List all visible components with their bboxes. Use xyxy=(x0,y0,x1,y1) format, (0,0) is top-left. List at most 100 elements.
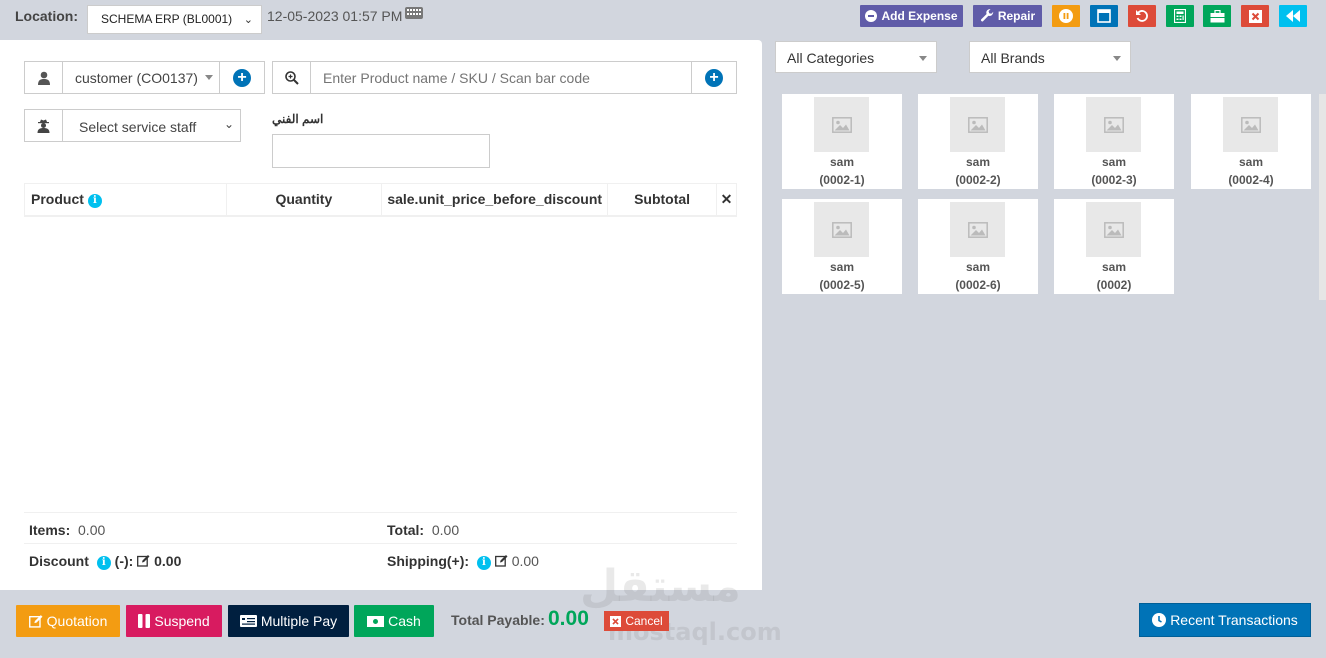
shipping-label: Shipping(+): xyxy=(387,553,470,569)
money-icon xyxy=(367,615,385,627)
product-card[interactable]: sam (0002-3) xyxy=(1054,94,1174,189)
chevron-down-icon xyxy=(205,75,213,80)
repair-button[interactable]: Repair xyxy=(973,5,1042,27)
product-name: sam xyxy=(1238,155,1264,169)
suspend-button[interactable]: Suspend xyxy=(126,605,222,637)
col-quantity: Quantity xyxy=(225,183,383,217)
chevron-down-icon xyxy=(919,56,927,61)
totals-row-1: Items: 0.00 Total: 0.00 xyxy=(24,512,737,544)
repair-label: Repair xyxy=(997,9,1036,23)
total-value: 0.00 xyxy=(431,522,460,538)
col-product-label: Product xyxy=(31,191,84,207)
add-product-button[interactable]: + xyxy=(691,62,736,93)
col-subtotal: Subtotal xyxy=(607,183,717,217)
credit-card-icon xyxy=(239,615,257,627)
total-payable-value: 0.00 xyxy=(548,607,589,630)
product-card[interactable]: sam (0002-6) xyxy=(918,199,1038,294)
product-card[interactable]: sam (0002-1) xyxy=(782,94,902,189)
product-name: sam xyxy=(1101,260,1127,274)
location-select[interactable]: SCHEMA ERP (BL0001) ⌄ xyxy=(87,5,262,34)
add-expense-button[interactable]: Add Expense xyxy=(860,5,963,27)
shipping-value: 0.00 xyxy=(511,553,539,569)
location-label: Location: xyxy=(15,8,78,24)
chevron-down-icon: ⌄ xyxy=(243,14,253,26)
cancel-label: Cancel xyxy=(625,614,663,628)
product-sku: (0002-4) xyxy=(1228,173,1274,187)
product-grid-scrollbar[interactable] xyxy=(1319,94,1326,300)
multiple-pay-button[interactable]: Multiple Pay xyxy=(228,605,349,637)
customer-selector[interactable]: customer (CO0137) + xyxy=(24,61,265,94)
brand-filter[interactable]: All Brands xyxy=(969,41,1131,73)
plus-circle-icon: + xyxy=(705,68,723,87)
info-icon[interactable]: i xyxy=(87,193,102,208)
product-sku: (0002) xyxy=(1096,278,1132,292)
product-card[interactable]: sam (0002-5) xyxy=(782,199,902,294)
keyboard-icon[interactable] xyxy=(405,7,423,19)
edit-icon[interactable] xyxy=(137,554,150,567)
edit-icon[interactable] xyxy=(494,554,508,567)
product-card[interactable]: sam (0002-4) xyxy=(1191,94,1311,189)
multiple-pay-label: Multiple Pay xyxy=(260,613,338,629)
service-staff-select[interactable]: Select service staff ⌄ xyxy=(24,109,241,142)
search-input[interactable] xyxy=(323,70,683,86)
calculator-button[interactable] xyxy=(1166,5,1194,27)
cash-button[interactable]: Cash xyxy=(354,605,434,637)
product-sku: (0002-5) xyxy=(819,278,865,292)
fullscreen-button[interactable] xyxy=(1090,5,1118,27)
product-sku: (0002-3) xyxy=(1091,173,1137,187)
close-register-button[interactable] xyxy=(1241,5,1269,27)
user-secret-icon xyxy=(37,119,50,133)
top-bar: Location: SCHEMA ERP (BL0001) ⌄ 12-05-20… xyxy=(0,0,1326,38)
discount-value: 0.00 xyxy=(154,553,182,569)
col-unit-price: sale.unit_price_before_discount xyxy=(381,183,609,217)
cancel-button[interactable]: Cancel xyxy=(604,611,669,631)
image-placeholder-icon xyxy=(814,97,869,152)
info-icon[interactable]: i xyxy=(476,555,491,570)
window-icon xyxy=(1097,9,1111,23)
staff-addon xyxy=(25,110,63,141)
recent-transactions-label: Recent Transactions xyxy=(1170,612,1298,628)
recent-transactions-button[interactable]: Recent Transactions xyxy=(1139,603,1311,637)
suspended-sales-button[interactable] xyxy=(1052,5,1080,27)
image-placeholder-icon xyxy=(1223,97,1278,152)
image-placeholder-icon xyxy=(950,97,1005,152)
product-name: sam xyxy=(829,260,855,274)
search-plus-icon xyxy=(284,70,299,85)
category-filter[interactable]: All Categories xyxy=(775,41,937,73)
technician-input[interactable] xyxy=(272,134,490,168)
pause-icon xyxy=(138,614,151,628)
product-name: sam xyxy=(1101,155,1127,169)
discount: Discount i (-): 0.00 xyxy=(29,553,181,570)
pause-circle-icon xyxy=(1059,9,1073,23)
table-header-row: Product i Quantity sale.unit_price_before… xyxy=(24,183,738,217)
shipping: Shipping(+): i 0.00 xyxy=(387,553,539,570)
add-customer-button[interactable]: + xyxy=(219,62,264,93)
total-payable-label: Total Payable: xyxy=(451,612,545,628)
search-addon xyxy=(273,62,311,93)
clear-button[interactable] xyxy=(1128,5,1156,27)
items-value: 0.00 xyxy=(78,522,106,538)
register-details-button[interactable] xyxy=(1203,5,1231,27)
undo-icon xyxy=(1136,10,1148,22)
image-placeholder-icon xyxy=(1086,97,1141,152)
discount-suffix: (-): xyxy=(114,553,134,569)
product-name: sam xyxy=(965,260,991,274)
product-card[interactable]: sam (0002-2) xyxy=(918,94,1038,189)
minus-circle-icon xyxy=(865,10,878,22)
go-back-button[interactable] xyxy=(1279,5,1307,27)
customer-addon xyxy=(25,62,63,93)
product-sku: (0002-1) xyxy=(819,173,865,187)
watermark-logo: مستقل xyxy=(580,561,741,612)
image-placeholder-icon xyxy=(814,202,869,257)
product-sku: (0002-2) xyxy=(955,173,1001,187)
product-card[interactable]: sam (0002) xyxy=(1054,199,1174,294)
info-icon[interactable]: i xyxy=(96,555,111,570)
col-remove: ✕ xyxy=(715,183,738,217)
items-count: Items: 0.00 xyxy=(29,522,105,538)
service-staff-value: Select service staff xyxy=(79,119,197,135)
quotation-button[interactable]: Quotation xyxy=(16,605,120,637)
product-sku: (0002-6) xyxy=(955,278,1001,292)
items-label: Items: xyxy=(29,522,71,538)
technician-label: اسم الفني xyxy=(272,112,324,126)
close-square-icon xyxy=(610,615,622,627)
